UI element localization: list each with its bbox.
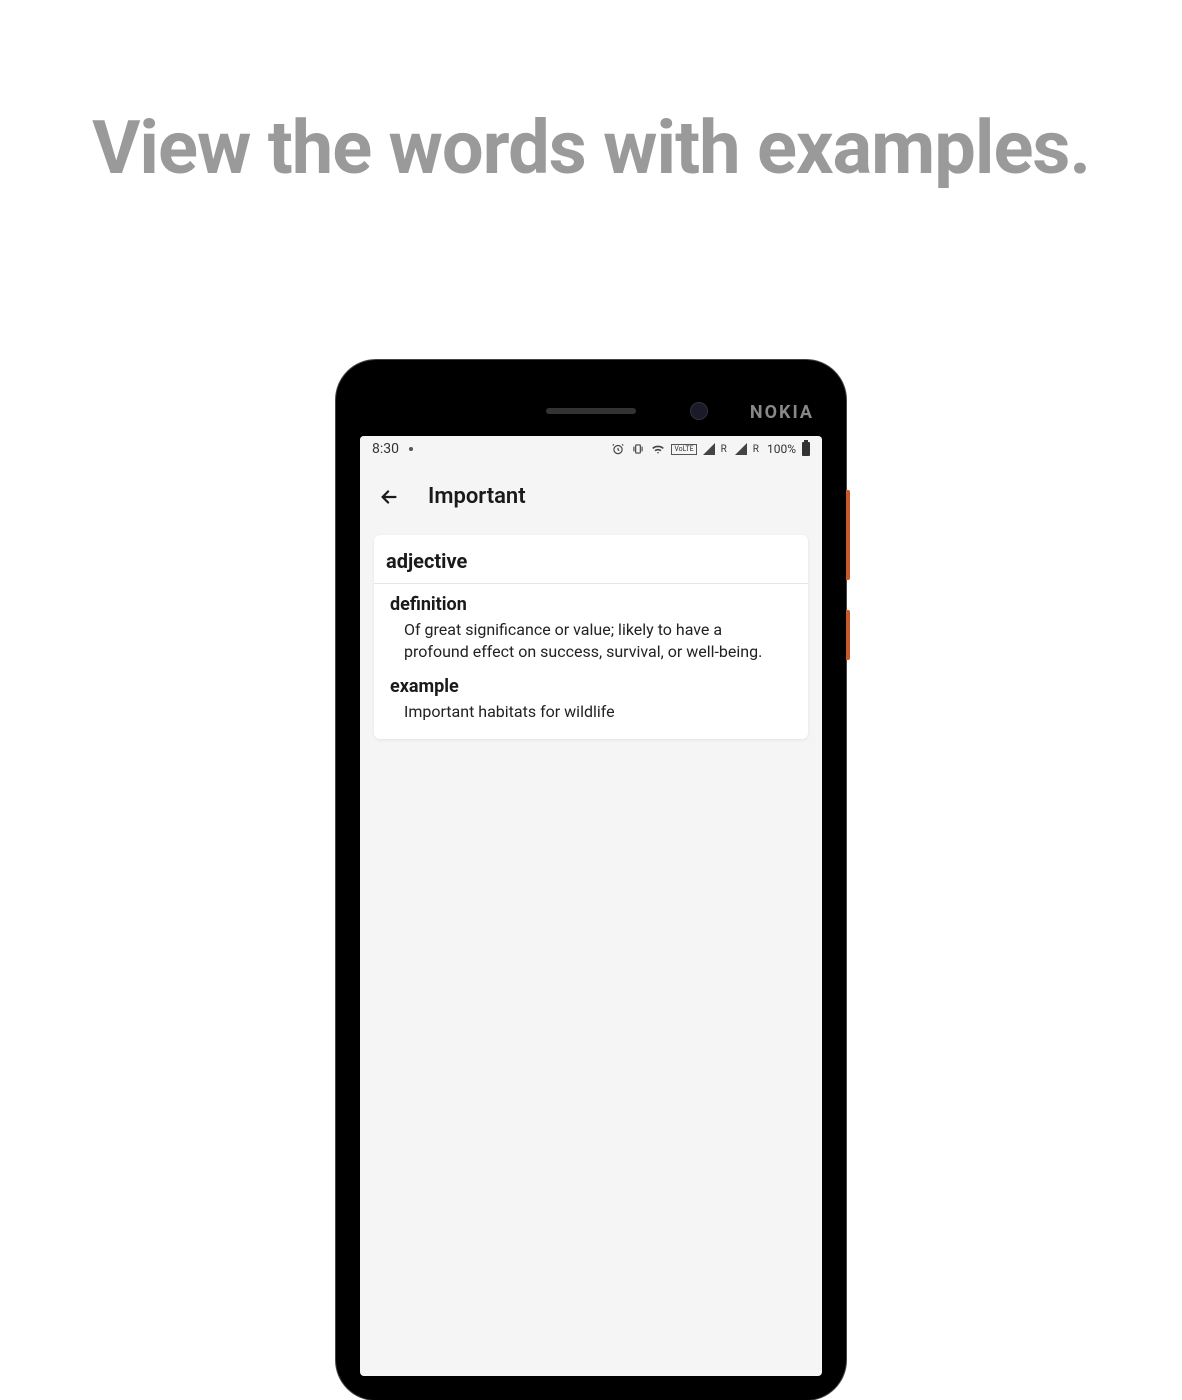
word-card: adjective definition Of great significan… (374, 535, 808, 739)
roaming-label: R (721, 444, 727, 455)
arrow-left-icon (378, 486, 400, 508)
wifi-icon (651, 442, 665, 456)
vibrate-icon (631, 442, 645, 456)
battery-percent: 100% (767, 442, 796, 456)
example-label: example (390, 676, 792, 697)
phone-body: NOKIA 8:30 VoLTE (346, 370, 836, 1390)
page-title: Important (428, 484, 526, 509)
example-section: example Important habitats for wildlife (374, 674, 808, 739)
phone-side-button (846, 610, 850, 660)
phone-screen: 8:30 VoLTE R R (360, 436, 822, 1376)
phone-side-button (846, 490, 850, 580)
status-bar: 8:30 VoLTE R R (360, 436, 822, 462)
roaming-label: R (753, 444, 759, 455)
signal-icon (735, 443, 747, 455)
alarm-icon (611, 442, 625, 456)
part-of-speech: adjective (374, 535, 808, 584)
promo-headline: View the words with examples. (0, 105, 1182, 192)
signal-icon (703, 443, 715, 455)
phone-brand-label: NOKIA (750, 402, 814, 423)
definition-text: Of great significance or value; likely t… (390, 619, 792, 662)
phone-frame: NOKIA 8:30 VoLTE (336, 360, 846, 1400)
status-time: 8:30 (372, 441, 399, 457)
volte-icon: VoLTE (671, 444, 696, 455)
phone-camera (690, 402, 708, 420)
back-button[interactable] (378, 486, 400, 508)
example-text: Important habitats for wildlife (390, 701, 792, 723)
battery-icon (802, 442, 810, 456)
definition-label: definition (390, 594, 792, 615)
status-dot-icon (409, 447, 413, 451)
app-header: Important (360, 462, 822, 527)
phone-speaker (546, 408, 636, 414)
definition-section: definition Of great significance or valu… (374, 584, 808, 674)
